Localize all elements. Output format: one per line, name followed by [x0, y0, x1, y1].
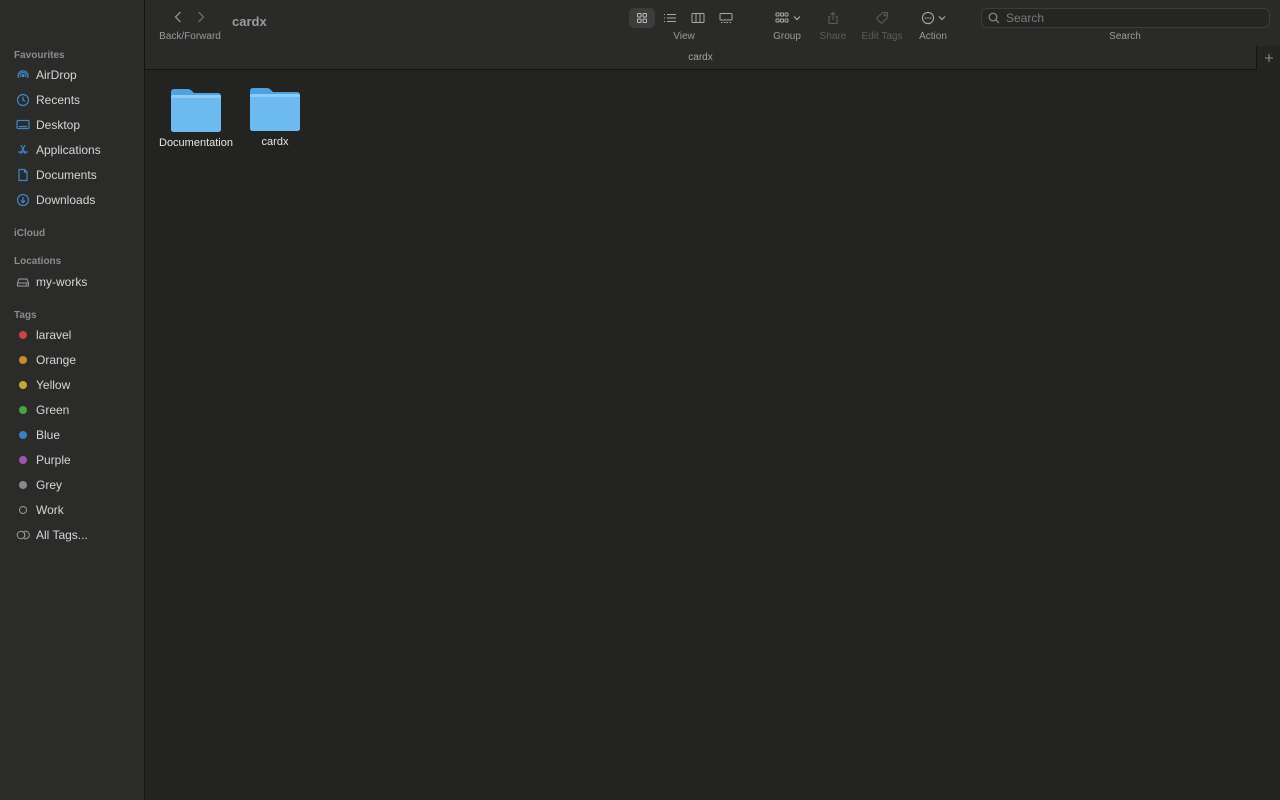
sidebar-heading-locations: Locations: [14, 256, 62, 267]
plus-icon: [1264, 54, 1273, 62]
applications-icon: [15, 142, 31, 158]
tag-icon: [875, 11, 889, 25]
group-grid-icon: [775, 12, 789, 23]
sidebar-item-label: Desktop: [36, 118, 81, 132]
columns-icon: [691, 13, 705, 23]
search-icon: [988, 12, 1000, 24]
sidebar-item-airdrop[interactable]: AirDrop: [15, 64, 140, 86]
view-list-button[interactable]: [657, 8, 683, 28]
sidebar-item-label: my-works: [36, 275, 88, 289]
sidebar-item-label: Blue: [36, 428, 61, 442]
sidebar-tag-purple[interactable]: Purple: [15, 449, 140, 471]
new-tab-button[interactable]: [1256, 46, 1280, 70]
folder-item-cardx[interactable]: cardx: [234, 86, 316, 148]
sidebar-tag-blue[interactable]: Blue: [15, 424, 140, 446]
sidebar-item-label: Applications: [36, 143, 101, 157]
file-name: Documentation: [159, 137, 233, 149]
back-forward-label: Back/Forward: [159, 31, 221, 42]
list-icon: [664, 14, 676, 22]
desktop-icon: [15, 117, 31, 133]
sidebar-item-recents[interactable]: Recents: [15, 89, 140, 111]
sidebar-item-label: All Tags...: [36, 528, 88, 542]
sidebar-item-label: Documents: [36, 168, 97, 182]
all-tags-icon: [15, 527, 31, 543]
view-gallery-button[interactable]: [713, 8, 739, 28]
search-label: Search: [1109, 31, 1141, 42]
action-button[interactable]: [918, 8, 948, 28]
edit-tags-label: Edit Tags: [861, 31, 903, 42]
back-button[interactable]: [170, 9, 186, 25]
sidebar-tag-grey[interactable]: Grey: [15, 474, 140, 496]
edit-tags-button[interactable]: [872, 8, 892, 28]
sidebar-item-label: Work: [36, 503, 64, 517]
sidebar-item-label: Grey: [36, 478, 63, 492]
tag-dot-icon: [19, 431, 27, 439]
chevron-down-icon: [938, 16, 945, 21]
tag-dot-icon: [19, 381, 27, 389]
sidebar-item-applications[interactable]: Applications: [15, 139, 140, 161]
sidebar-tag-yellow[interactable]: Yellow: [15, 374, 140, 396]
chevron-left-icon: [174, 11, 181, 23]
document-icon: [15, 167, 31, 183]
window-title: cardx: [232, 14, 267, 29]
view-icon-button[interactable]: [629, 8, 655, 28]
sidebar: Favourites AirDrop Recents Desktop Appli…: [0, 0, 145, 800]
share-label: Share: [819, 31, 847, 42]
tab-bar: cardx: [145, 46, 1280, 70]
sidebar-item-label: Recents: [36, 93, 81, 107]
folder-icon: [171, 89, 221, 132]
tag-dot-icon: [19, 481, 27, 489]
sidebar-item-label: Yellow: [36, 378, 71, 392]
sidebar-item-label: AirDrop: [36, 68, 77, 82]
folder-icon: [250, 88, 300, 131]
tag-ring-icon: [19, 506, 27, 514]
sidebar-item-label: Green: [36, 403, 70, 417]
sidebar-item-label: Orange: [36, 353, 77, 367]
toolbar: Back/Forward cardx View Group Share Edit…: [145, 0, 1280, 46]
airdrop-icon: [15, 67, 31, 83]
search-input[interactable]: [1006, 11, 1256, 25]
view-label: View: [673, 31, 695, 42]
share-button[interactable]: [824, 8, 842, 28]
sidebar-item-label: Downloads: [36, 193, 96, 207]
sidebar-item-documents[interactable]: Documents: [15, 164, 140, 186]
sidebar-item-label: Purple: [36, 453, 71, 467]
sidebar-item-downloads[interactable]: Downloads: [15, 189, 140, 211]
tag-dot-icon: [19, 406, 27, 414]
sidebar-heading-icloud: iCloud: [14, 228, 46, 239]
sidebar-tag-laravel[interactable]: laravel: [15, 324, 140, 346]
sidebar-item-label: laravel: [36, 328, 72, 342]
view-column-button[interactable]: [685, 8, 711, 28]
share-icon: [828, 11, 838, 25]
folder-item-documentation[interactable]: Documentation: [155, 87, 237, 149]
sidebar-all-tags[interactable]: All Tags...: [15, 524, 140, 546]
group-label: Group: [773, 31, 801, 42]
sidebar-tag-work[interactable]: Work: [15, 499, 140, 521]
sidebar-item-my-works[interactable]: my-works: [15, 271, 140, 293]
forward-button[interactable]: [193, 9, 209, 25]
group-button[interactable]: [772, 8, 804, 28]
search-field[interactable]: [981, 8, 1270, 28]
file-name: cardx: [261, 136, 289, 148]
tag-dot-icon: [19, 331, 27, 339]
chevron-right-icon: [198, 11, 205, 23]
file-browser[interactable]: Documentation cardx: [145, 71, 1280, 800]
sidebar-tag-orange[interactable]: Orange: [15, 349, 140, 371]
disk-icon: [15, 274, 31, 290]
chevron-down-icon: [793, 16, 801, 21]
sidebar-heading-favourites: Favourites: [14, 50, 65, 61]
tag-dot-icon: [19, 356, 27, 364]
clock-icon: [15, 92, 31, 108]
ellipsis-circle-icon: [921, 11, 934, 25]
finder-window: Favourites AirDrop Recents Desktop Appli…: [0, 0, 1280, 800]
tab-title[interactable]: cardx: [145, 52, 1256, 63]
sidebar-tag-green[interactable]: Green: [15, 399, 140, 421]
tag-dot-icon: [19, 456, 27, 464]
grid-icon: [637, 13, 647, 23]
sidebar-item-desktop[interactable]: Desktop: [15, 114, 140, 136]
action-label: Action: [919, 31, 947, 42]
gallery-icon: [719, 13, 733, 23]
download-icon: [15, 192, 31, 208]
sidebar-heading-tags: Tags: [14, 310, 37, 321]
